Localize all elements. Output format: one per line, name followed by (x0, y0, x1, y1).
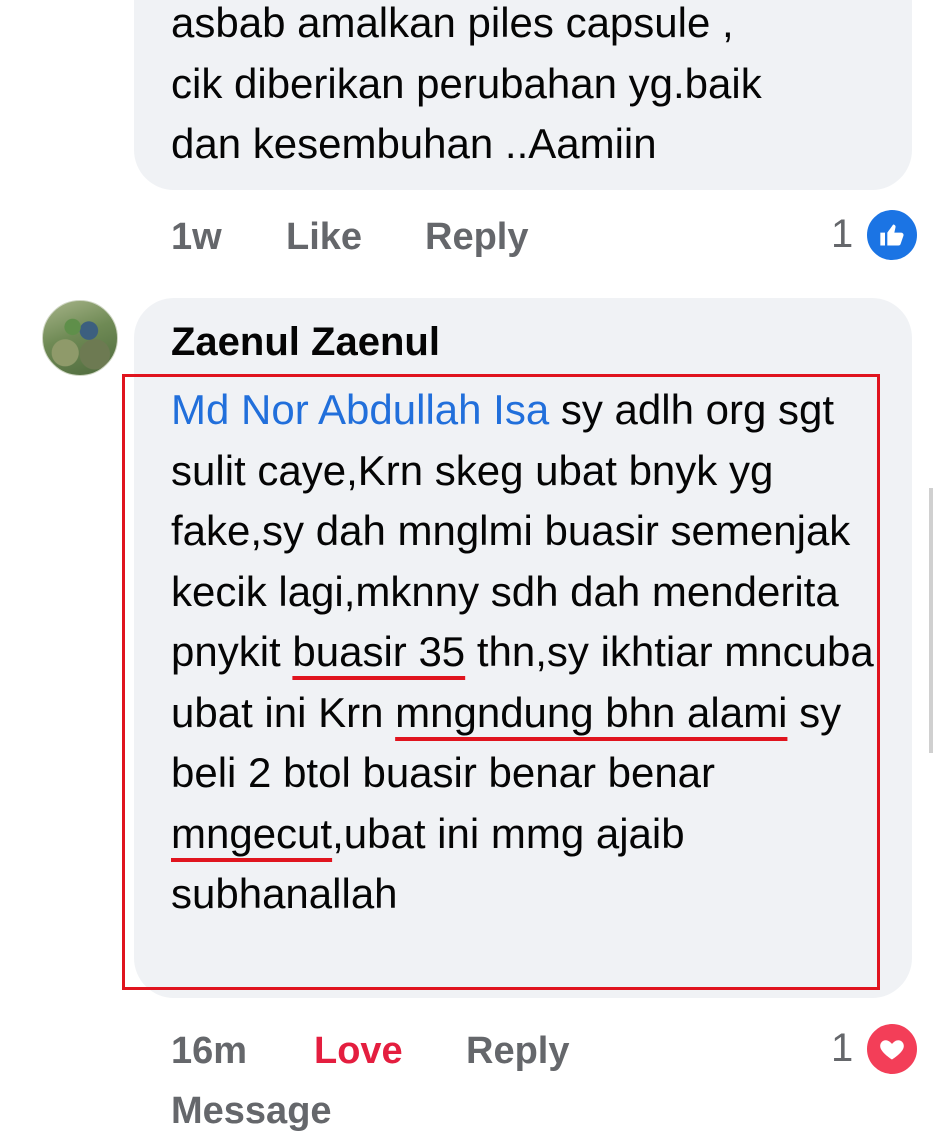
love-button[interactable]: Love (314, 1030, 403, 1073)
message-button[interactable]: Message (171, 1090, 332, 1133)
underlined-text: mngndung bhn alami (395, 688, 788, 736)
comment-timestamp[interactable]: 16m (171, 1030, 247, 1073)
reply-button[interactable]: Reply (425, 216, 528, 259)
comment-text: asbab amalkan piles capsule , cik diberik… (171, 0, 762, 167)
reply-button[interactable]: Reply (466, 1030, 569, 1073)
underlined-text: buasir 35 (292, 628, 466, 675)
comment-timestamp[interactable]: 1w (171, 216, 222, 259)
like-icon[interactable] (864, 207, 920, 263)
comment-text: Md Nor Abdullah Isa sy adlh org sgt suli… (171, 386, 874, 917)
love-icon[interactable] (864, 1021, 920, 1077)
avatar[interactable] (42, 300, 118, 376)
reaction-count[interactable]: 1 (831, 212, 853, 257)
mention-link[interactable]: Md Nor Abdullah Isa (171, 386, 549, 433)
reaction-count[interactable]: 1 (831, 1026, 853, 1071)
scrollbar[interactable] (929, 488, 933, 753)
like-button[interactable]: Like (286, 216, 362, 259)
comment-author[interactable]: Zaenul Zaenul (171, 320, 440, 365)
underlined-text: mngecut (171, 809, 333, 857)
